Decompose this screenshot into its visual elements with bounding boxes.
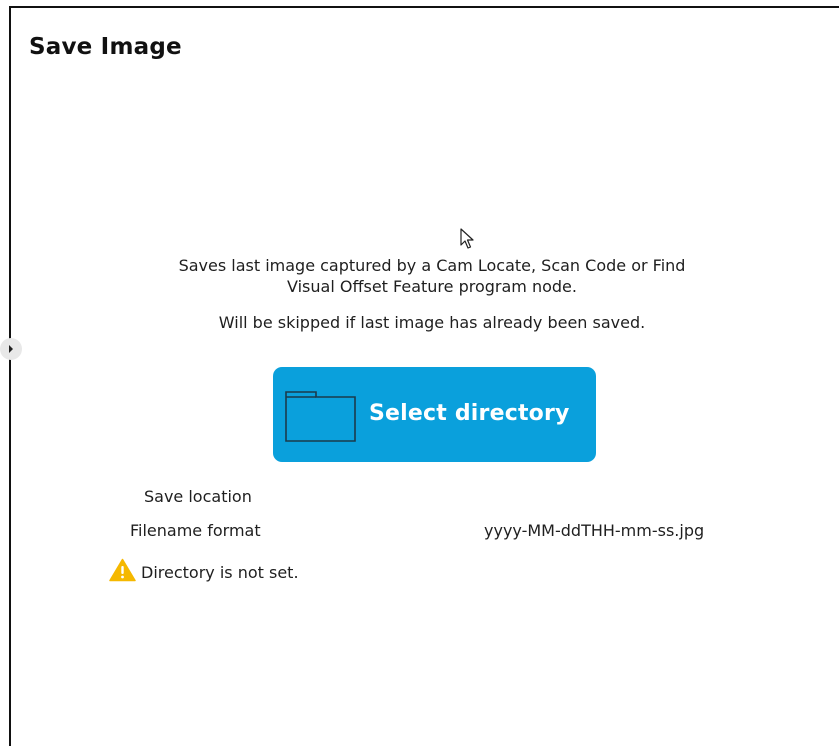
chevron-right-icon bbox=[9, 345, 13, 353]
folder-icon bbox=[285, 391, 357, 447]
description-line-2: Visual Offset Feature program node. bbox=[287, 277, 577, 296]
warning-text: Directory is not set. bbox=[141, 562, 299, 582]
skip-note: Will be skipped if last image has alread… bbox=[218, 313, 646, 332]
directory-warning: Directory is not set. bbox=[109, 558, 299, 586]
select-directory-button[interactable]: Select directory bbox=[273, 367, 596, 462]
page-title: Save Image bbox=[29, 34, 182, 60]
save-location-label: Save location bbox=[144, 487, 252, 506]
warning-icon bbox=[109, 558, 136, 586]
filename-format-value: yyyy-MM-ddTHH-mm-ss.jpg bbox=[484, 521, 705, 540]
description-line-1: Saves last image captured by a Cam Locat… bbox=[178, 256, 686, 275]
mouse-pointer-icon bbox=[460, 228, 476, 254]
side-panel-toggle[interactable] bbox=[0, 338, 22, 360]
description-text: Saves last image captured by a Cam Locat… bbox=[100, 255, 764, 297]
select-directory-label: Select directory bbox=[369, 401, 570, 426]
filename-format-label: Filename format bbox=[130, 521, 261, 540]
